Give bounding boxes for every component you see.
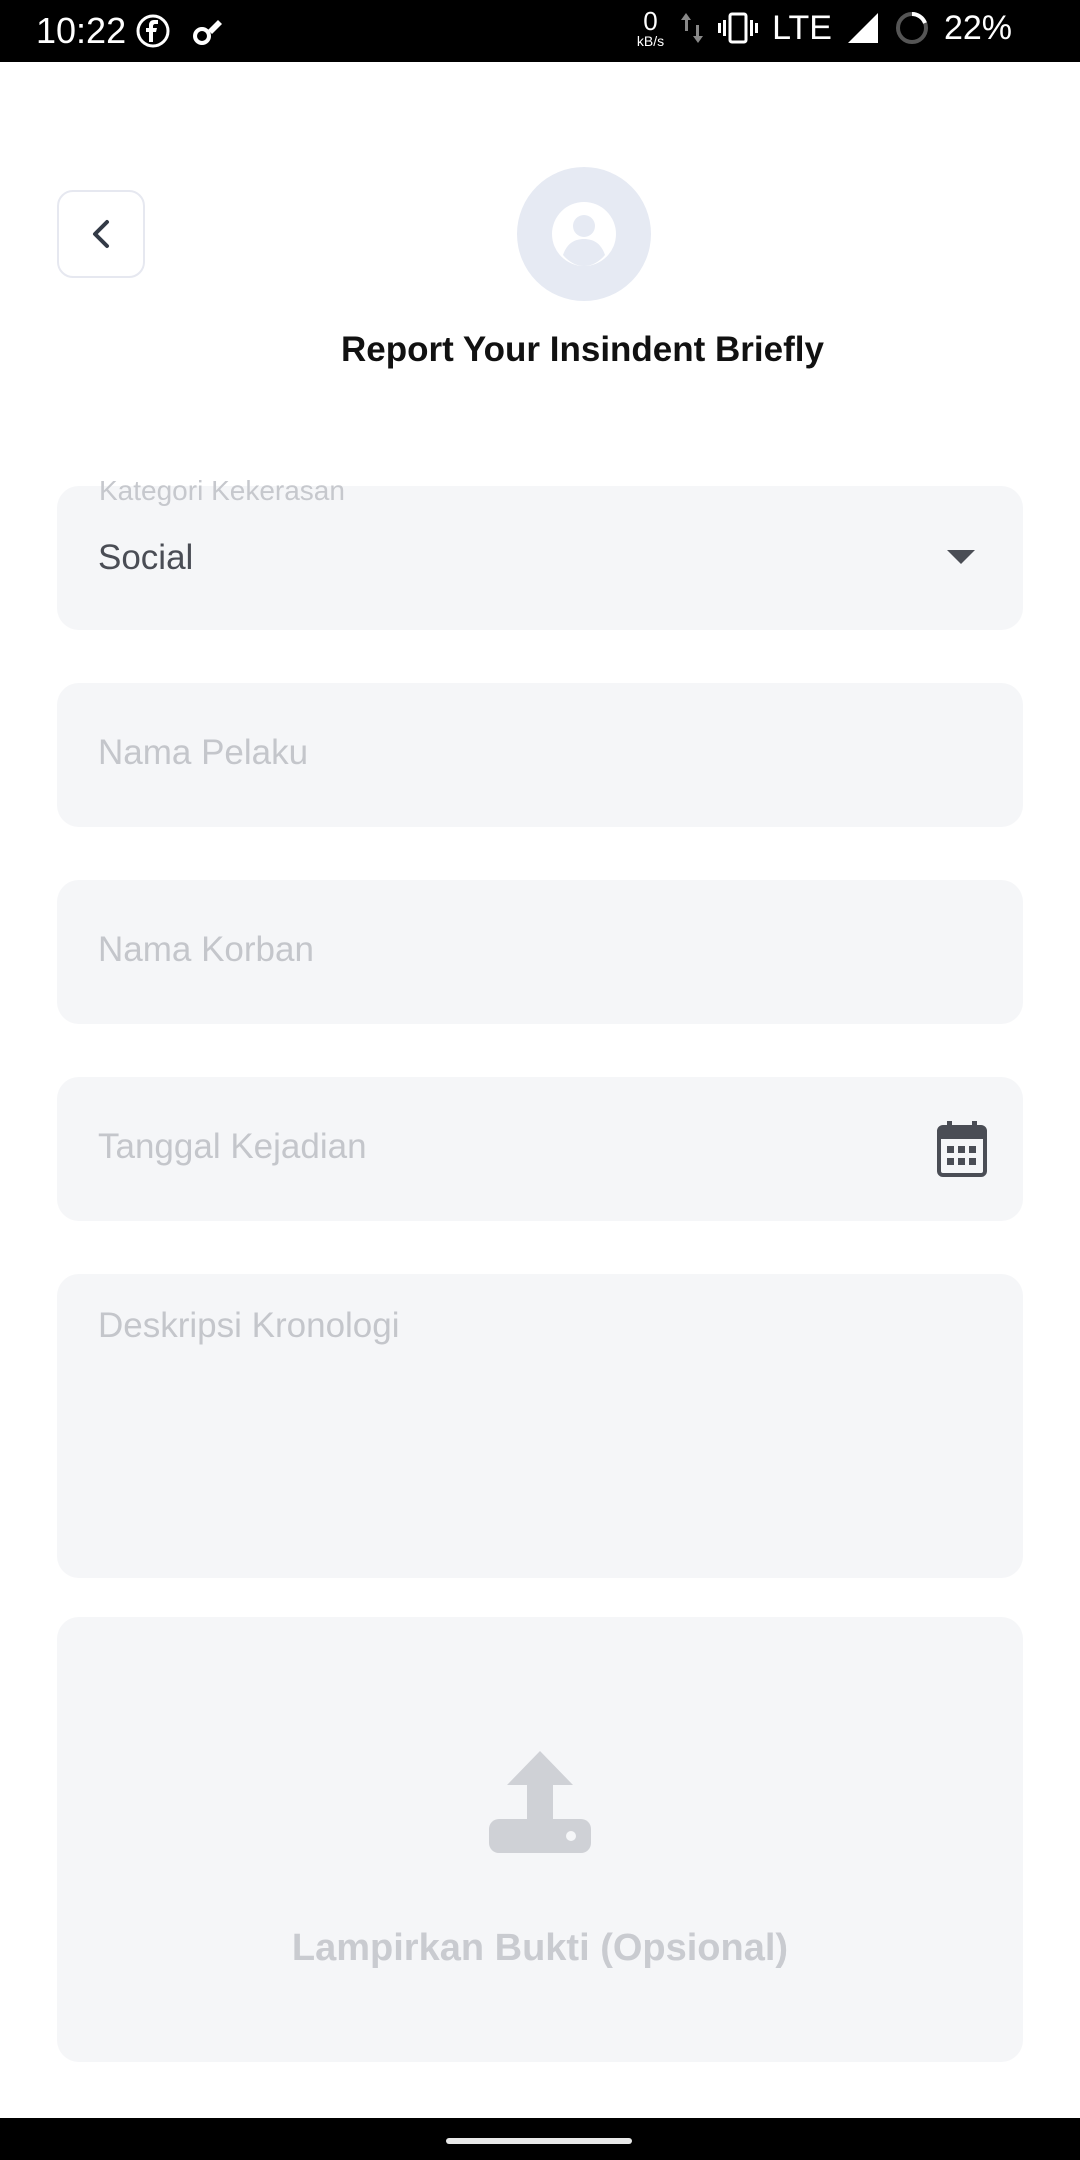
home-gesture-handle[interactable] <box>446 2138 632 2144</box>
upload-evidence-area[interactable]: Lampirkan Bukti (Opsional) <box>57 1617 1023 2062</box>
dropdown-caret-icon <box>947 550 975 564</box>
perpetrator-name-placeholder: Nama Pelaku <box>98 733 309 772</box>
net-speed-value: 0 <box>643 6 658 36</box>
net-speed: 0 kB/s <box>637 8 664 48</box>
upload-icon <box>489 1751 591 1853</box>
status-bar: 10:22 0 kB/s LTE 22% <box>0 0 1080 62</box>
category-value: Social <box>98 538 194 577</box>
category-label: Kategori Kekerasan <box>99 475 345 506</box>
user-icon <box>552 202 616 266</box>
facebook-icon <box>136 14 170 48</box>
calendar-icon[interactable] <box>937 1121 987 1177</box>
description-textarea[interactable]: Deskripsi Kronologi <box>57 1274 1023 1578</box>
notification-icons <box>136 14 224 48</box>
data-arrows-icon <box>681 13 704 43</box>
avatar[interactable] <box>517 167 651 301</box>
navigation-bar <box>0 2118 1080 2160</box>
page-title: Report Your Insindent Briefly <box>341 330 824 369</box>
victim-name-placeholder: Nama Korban <box>98 930 314 969</box>
perpetrator-name-input[interactable]: Nama Pelaku <box>57 683 1023 827</box>
status-time: 10:22 <box>36 10 127 51</box>
incident-date-input[interactable]: Tanggal Kejadian <box>57 1077 1023 1221</box>
battery-percent: 22% <box>943 8 1012 47</box>
category-dropdown[interactable]: Social <box>57 486 1023 630</box>
chevron-left-icon <box>93 220 109 248</box>
net-speed-unit: kB/s <box>636 33 665 49</box>
battery-icon <box>895 12 928 44</box>
description-placeholder: Deskripsi Kronologi <box>98 1306 400 1345</box>
incident-date-placeholder: Tanggal Kejadian <box>98 1127 367 1166</box>
network-type: LTE <box>772 8 832 47</box>
vibrate-icon <box>718 12 759 44</box>
victim-name-input[interactable]: Nama Korban <box>57 880 1023 1024</box>
tools-icon <box>193 20 222 45</box>
upload-label: Lampirkan Bukti (Opsional) <box>291 1927 789 1969</box>
back-button[interactable] <box>57 190 145 278</box>
system-status: 0 kB/s LTE 22% <box>637 8 1012 48</box>
signal-icon <box>847 13 878 43</box>
